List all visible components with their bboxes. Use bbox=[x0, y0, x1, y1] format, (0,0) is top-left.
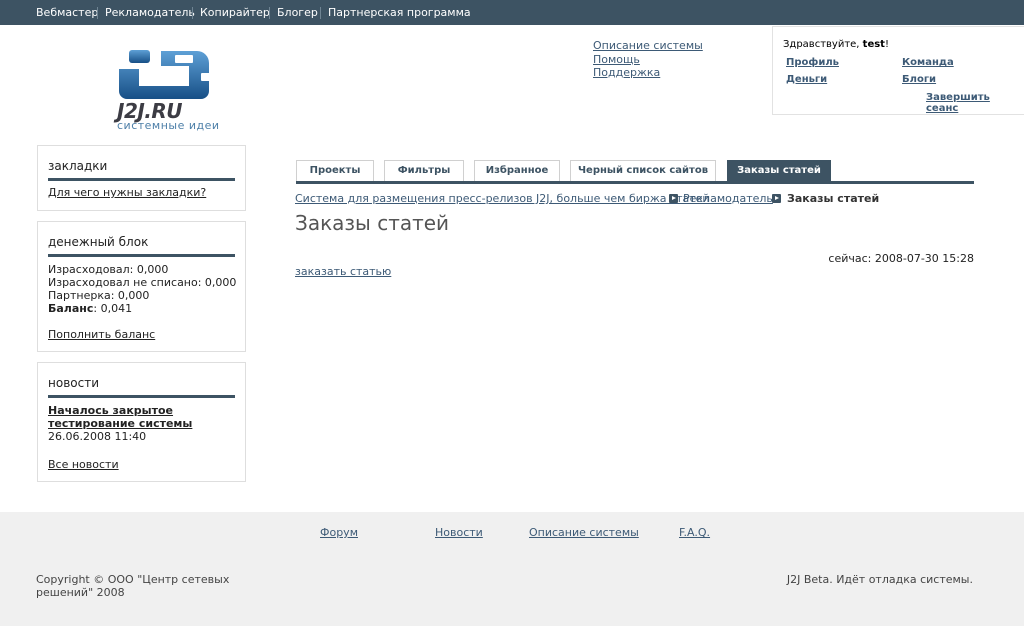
news-title: новости bbox=[48, 376, 99, 390]
tab-blacklist[interactable]: Черный список сайтов bbox=[570, 160, 716, 181]
top-nav: Вебмастер Рекламодатель Копирайтер Блоге… bbox=[0, 0, 1024, 25]
block-divider bbox=[48, 395, 235, 398]
nav-blogger[interactable]: Блогер bbox=[277, 0, 318, 25]
news-date: 26.06.2008 11:40 bbox=[48, 430, 147, 443]
logout-link[interactable]: Завершить сеанс bbox=[926, 92, 1024, 114]
money-block: денежный блок Израсходовал: 0,000 Израсх… bbox=[37, 221, 246, 352]
footer: Форум Новости Описание системы F.A.Q. Co… bbox=[0, 512, 1024, 626]
nav-separator bbox=[320, 7, 321, 19]
link-support[interactable]: Поддержка bbox=[593, 66, 703, 80]
nav-advertiser[interactable]: Рекламодатель bbox=[105, 0, 195, 25]
breadcrumb-root-link[interactable]: Система для размещения пресс-релизов J2J… bbox=[295, 192, 710, 205]
nav-separator bbox=[97, 7, 98, 19]
header-links: Описание системы Помощь Поддержка bbox=[593, 39, 703, 80]
tab-filters[interactable]: Фильтры bbox=[384, 160, 464, 181]
all-news-link[interactable]: Все новости bbox=[48, 458, 119, 471]
link-money[interactable]: Деньги bbox=[786, 74, 827, 85]
site-logo[interactable]: J2J.RU системные идеи bbox=[115, 45, 230, 133]
footer-news-link[interactable]: Новости bbox=[435, 526, 483, 539]
money-title: денежный блок bbox=[48, 235, 149, 249]
news-headline-link[interactable]: Началось закрытое тестирование системы bbox=[48, 404, 218, 430]
breadcrumb-current: Заказы статей bbox=[787, 192, 880, 205]
bookmarks-block: закладки Для чего нужны закладки? bbox=[37, 145, 246, 211]
news-block: новости Началось закрытое тестирование с… bbox=[37, 362, 246, 482]
copyright: Copyright © ООО "Центр сетевых решений" … bbox=[36, 573, 230, 599]
footer-description-link[interactable]: Описание системы bbox=[529, 526, 639, 539]
footer-faq-link[interactable]: F.A.Q. bbox=[679, 526, 710, 539]
nav-separator bbox=[269, 7, 270, 19]
block-divider bbox=[48, 178, 235, 181]
spent-unwritten-value: Израсходовал не списано: 0,000 bbox=[48, 276, 237, 289]
order-article-link[interactable]: заказать статью bbox=[295, 265, 391, 278]
tab-article-orders[interactable]: Заказы статей bbox=[727, 160, 831, 181]
balance-value: Баланс: 0,041 bbox=[48, 302, 133, 315]
link-team[interactable]: Команда bbox=[902, 57, 954, 68]
block-divider bbox=[48, 254, 235, 257]
spent-value: Израсходовал: 0,000 bbox=[48, 263, 169, 276]
tab-favorites[interactable]: Избранное bbox=[474, 160, 560, 181]
nav-copywriter[interactable]: Копирайтер bbox=[200, 0, 270, 25]
beta-notice: J2J Beta. Идёт отладка системы. bbox=[786, 573, 973, 586]
topup-balance-link[interactable]: Пополнить баланс bbox=[48, 328, 155, 341]
nav-partner-program[interactable]: Партнерская программа bbox=[328, 0, 471, 25]
breadcrumb-arrow-icon bbox=[772, 194, 781, 203]
current-datetime: сейчас: 2008-07-30 15:28 bbox=[828, 252, 974, 265]
link-blogs[interactable]: Блоги bbox=[902, 74, 936, 85]
tab-projects[interactable]: Проекты bbox=[296, 160, 374, 181]
link-profile[interactable]: Профиль bbox=[786, 57, 839, 68]
breadcrumb-arrow-icon bbox=[669, 194, 678, 203]
link-help[interactable]: Помощь bbox=[593, 53, 703, 67]
link-system-description[interactable]: Описание системы bbox=[593, 39, 703, 53]
username: test bbox=[862, 39, 885, 50]
user-box: Здравствуйте, test! Профиль Команда День… bbox=[772, 26, 1024, 115]
nav-webmaster[interactable]: Вебмастер bbox=[36, 0, 98, 25]
nav-separator bbox=[192, 7, 193, 19]
bookmarks-title: закладки bbox=[48, 159, 108, 173]
greeting: Здравствуйте, test! bbox=[783, 39, 889, 50]
logo-tagline: системные идеи bbox=[117, 119, 220, 132]
tab-underline bbox=[296, 181, 974, 184]
page-title: Заказы статей bbox=[295, 211, 450, 235]
partner-value: Партнерка: 0,000 bbox=[48, 289, 150, 302]
bookmarks-help-link[interactable]: Для чего нужны закладки? bbox=[48, 186, 206, 199]
breadcrumb-advertiser-link[interactable]: Рекламодатель bbox=[683, 192, 773, 205]
logo-mark-icon bbox=[119, 50, 210, 99]
footer-forum-link[interactable]: Форум bbox=[320, 526, 358, 539]
